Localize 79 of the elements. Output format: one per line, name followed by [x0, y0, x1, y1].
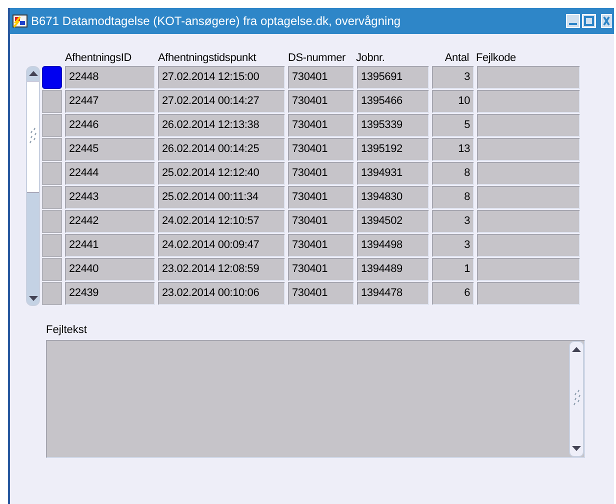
down-arrow-icon[interactable]: [572, 446, 581, 451]
table-cell: 23.02.2014 00:10:06: [158, 282, 285, 305]
table-cell: 1395691: [357, 66, 429, 89]
row-selector[interactable]: [42, 234, 62, 257]
table-cell: 3: [432, 210, 474, 233]
table-cell: 22448: [65, 66, 155, 89]
table-cell: 730401: [288, 90, 354, 113]
close-icon[interactable]: [598, 14, 612, 28]
window-title: B671 Datamodtagelse (KOT-ansøgere) fra optagelse.dk, overvågning: [31, 14, 401, 28]
table-cell: 8: [432, 162, 474, 185]
table-cell: 24.02.2014 00:09:47: [158, 234, 285, 257]
maximize-icon[interactable]: [582, 14, 596, 28]
table-cell: 22445: [65, 138, 155, 161]
table-cell: 22441: [65, 234, 155, 257]
column-header: Jobnr.: [356, 52, 386, 64]
table-cell: 22439: [65, 282, 155, 305]
table-cell: 1394498: [357, 234, 429, 257]
table-cell: 1395339: [357, 114, 429, 137]
table-cell: 22444: [65, 162, 155, 185]
table-cell: 730401: [288, 186, 354, 209]
down-arrow-icon[interactable]: [28, 296, 38, 301]
field-label: Fejltekst: [46, 324, 88, 336]
scroll-thumb[interactable]: [27, 81, 39, 193]
table-cell: 1395192: [357, 138, 429, 161]
column-header: Fejlkode: [476, 52, 517, 64]
column-header: AfhentningsID: [65, 52, 132, 64]
table-cell: 730401: [288, 114, 354, 137]
scrollbar[interactable]: [26, 66, 40, 306]
table-cell: 730401: [288, 234, 354, 257]
table-cell: 1394478: [357, 282, 429, 305]
column-header: Afhentningstidspunkt: [158, 52, 258, 64]
table-cell: 3: [432, 234, 474, 257]
table-cell: 26.02.2014 12:13:38: [158, 114, 285, 137]
table-cell: 27.02.2014 00:14:27: [158, 90, 285, 113]
table-cell: 730401: [288, 162, 354, 185]
table-cell: 22446: [65, 114, 155, 137]
table-cell: 26.02.2014 00:14:25: [158, 138, 285, 161]
row-selector[interactable]: [42, 162, 62, 185]
row-selector[interactable]: [42, 114, 62, 137]
table-cell: 13: [432, 138, 474, 161]
table-cell: 1394502: [357, 210, 429, 233]
table-cell: 22447: [65, 90, 155, 113]
table-cell: 1: [432, 258, 474, 281]
up-arrow-icon[interactable]: [572, 347, 581, 352]
table-cell: 730401: [288, 282, 354, 305]
table-cell: 22442: [65, 210, 155, 233]
table-cell: 25.02.2014 12:12:40: [158, 162, 285, 185]
table-cell: 22440: [65, 258, 155, 281]
table-cell: 25.02.2014 00:11:34: [158, 186, 285, 209]
table-cell: 3: [432, 66, 474, 89]
table-cell: 1394931: [357, 162, 429, 185]
table-cell: 730401: [288, 210, 354, 233]
table-cell: 730401: [288, 138, 354, 161]
up-arrow-icon[interactable]: [28, 71, 38, 76]
table-cell: 6: [432, 282, 474, 305]
table-cell: 5: [432, 114, 474, 137]
row-selector[interactable]: [42, 258, 62, 281]
row-selector[interactable]: [42, 186, 62, 209]
row-selector[interactable]: [42, 210, 62, 233]
table-cell: 730401: [288, 66, 354, 89]
table-cell: 8: [432, 186, 474, 209]
minimize-icon[interactable]: [566, 14, 580, 28]
row-selector[interactable]: [42, 66, 62, 89]
table-cell: 1394830: [357, 186, 429, 209]
table-cell: 23.02.2014 12:08:59: [158, 258, 285, 281]
table-cell: 24.02.2014 12:10:57: [158, 210, 285, 233]
table-cell: 10: [432, 90, 474, 113]
scrollbar[interactable]: [569, 341, 584, 457]
table-cell: 1394489: [357, 258, 429, 281]
row-selector[interactable]: [42, 282, 62, 305]
table-cell: 1395466: [357, 90, 429, 113]
row-selector[interactable]: [42, 90, 62, 113]
app-icon: [12, 13, 28, 29]
column-header: Antal: [444, 52, 470, 64]
row-selector[interactable]: [42, 138, 62, 161]
table-cell: 27.02.2014 12:15:00: [158, 66, 285, 89]
table-cell: 730401: [288, 258, 354, 281]
table-cell: 22443: [65, 186, 155, 209]
column-header: DS-nummer: [288, 52, 346, 64]
